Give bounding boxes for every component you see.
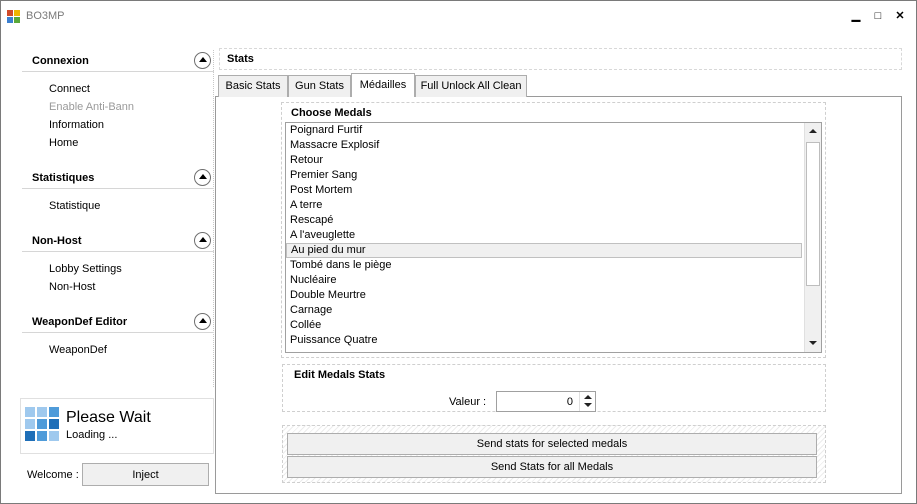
send-selected-medals-button[interactable]: Send stats for selected medals [287, 433, 817, 455]
loading-tiles-icon [25, 407, 61, 443]
spin-buttons[interactable] [579, 392, 595, 411]
section-header[interactable]: WeaponDef Editor [22, 311, 214, 333]
sidebar-item-information[interactable]: Information [49, 116, 214, 134]
sidebar-item-enable-anti-bann: Enable Anti-Bann [49, 101, 135, 113]
section-title: Non-Host [32, 235, 82, 247]
section-header[interactable]: Non-Host [22, 230, 214, 252]
inject-button[interactable]: Inject [82, 463, 209, 486]
list-item[interactable]: Post Mortem [286, 183, 821, 198]
collapse-icon[interactable] [194, 169, 211, 186]
list-item[interactable]: Au pied du mur [286, 243, 802, 258]
page-title: Stats [227, 53, 254, 65]
list-item[interactable]: Premier Sang [286, 168, 821, 183]
welcome-label: Welcome : [27, 469, 79, 481]
app-icon [7, 10, 21, 24]
sidebar-item-non-host[interactable]: Non-Host [49, 278, 214, 296]
list-item[interactable]: Nucléaire [286, 273, 821, 288]
list-item[interactable]: Poignard Furtif [286, 123, 821, 138]
sidebar-section-connexion: Connexion Connect Enable Anti-Bann Infor… [22, 50, 214, 152]
loading-subtitle: Loading ... [66, 429, 118, 441]
loading-title: Please Wait [66, 409, 151, 426]
scroll-down-icon[interactable] [805, 335, 821, 352]
sidebar-item-lobby-settings[interactable]: Lobby Settings [49, 260, 214, 278]
list-item[interactable]: Retour [286, 153, 821, 168]
collapse-icon[interactable] [194, 52, 211, 69]
list-item[interactable]: Puissance Quatre [286, 333, 821, 348]
valeur-numeric-input[interactable]: 0 [496, 391, 596, 412]
loading-panel: Please Wait Loading ... [20, 398, 214, 454]
minimize-icon[interactable]: ▁ [849, 9, 863, 23]
edit-medals-title: Edit Medals Stats [294, 369, 386, 381]
title-bar[interactable]: BO3MP ▁ □ ✕ [1, 1, 916, 31]
section-title: WeaponDef Editor [32, 316, 128, 328]
collapse-icon[interactable] [194, 313, 211, 330]
list-item[interactable]: Double Meurtre [286, 288, 821, 303]
valeur-value: 0 [566, 396, 573, 408]
list-item[interactable]: Collée [286, 318, 821, 333]
list-item[interactable]: Tombé dans le piège [286, 258, 821, 273]
section-header[interactable]: Statistiques [22, 167, 214, 189]
scroll-thumb[interactable] [806, 142, 820, 286]
choose-medals-title: Choose Medals [291, 107, 372, 119]
collapse-icon[interactable] [194, 232, 211, 249]
tab-gun-stats[interactable]: Gun Stats [288, 75, 351, 97]
send-all-medals-button[interactable]: Send Stats for all Medals [287, 456, 817, 478]
sidebar-item-home[interactable]: Home [49, 134, 214, 152]
sidebar: Connexion Connect Enable Anti-Bann Infor… [22, 50, 214, 387]
close-icon[interactable]: ✕ [893, 9, 907, 23]
tab-medailles[interactable]: Médailles [351, 73, 415, 97]
tab-basic-stats[interactable]: Basic Stats [218, 75, 288, 97]
list-item[interactable]: A l'aveuglette [286, 228, 821, 243]
sidebar-section-non-host: Non-Host Lobby Settings Non-Host [22, 230, 214, 296]
list-item[interactable]: Rescapé [286, 213, 821, 228]
list-item[interactable]: Carnage [286, 303, 821, 318]
sidebar-section-weapondef-editor: WeaponDef Editor WeaponDef [22, 311, 214, 359]
valeur-label: Valeur : [449, 396, 487, 408]
medals-listbox[interactable]: Poignard Furtif Massacre Explosif Retour Pr… [285, 122, 822, 353]
sidebar-item-connect[interactable]: Connect [49, 80, 214, 98]
tab-full-unlock[interactable]: Full Unlock All Clean [415, 75, 527, 97]
section-header[interactable]: Connexion [22, 50, 214, 72]
sidebar-item-statistique[interactable]: Statistique [49, 197, 214, 215]
section-title: Connexion [32, 55, 89, 67]
scroll-up-icon[interactable] [805, 123, 821, 140]
listbox-scrollbar[interactable] [804, 123, 821, 352]
window-title: BO3MP [26, 10, 65, 22]
list-item[interactable]: A terre [286, 198, 821, 213]
list-item[interactable]: Massacre Explosif [286, 138, 821, 153]
sidebar-section-statistiques: Statistiques Statistique [22, 167, 214, 215]
sidebar-item-weapondef[interactable]: WeaponDef [49, 341, 214, 359]
maximize-icon[interactable]: □ [871, 9, 885, 23]
section-title: Statistiques [32, 172, 95, 184]
app-window: BO3MP ▁ □ ✕ Connexion Connect Enable Ant… [0, 0, 917, 504]
stats-header: Stats [219, 48, 902, 70]
